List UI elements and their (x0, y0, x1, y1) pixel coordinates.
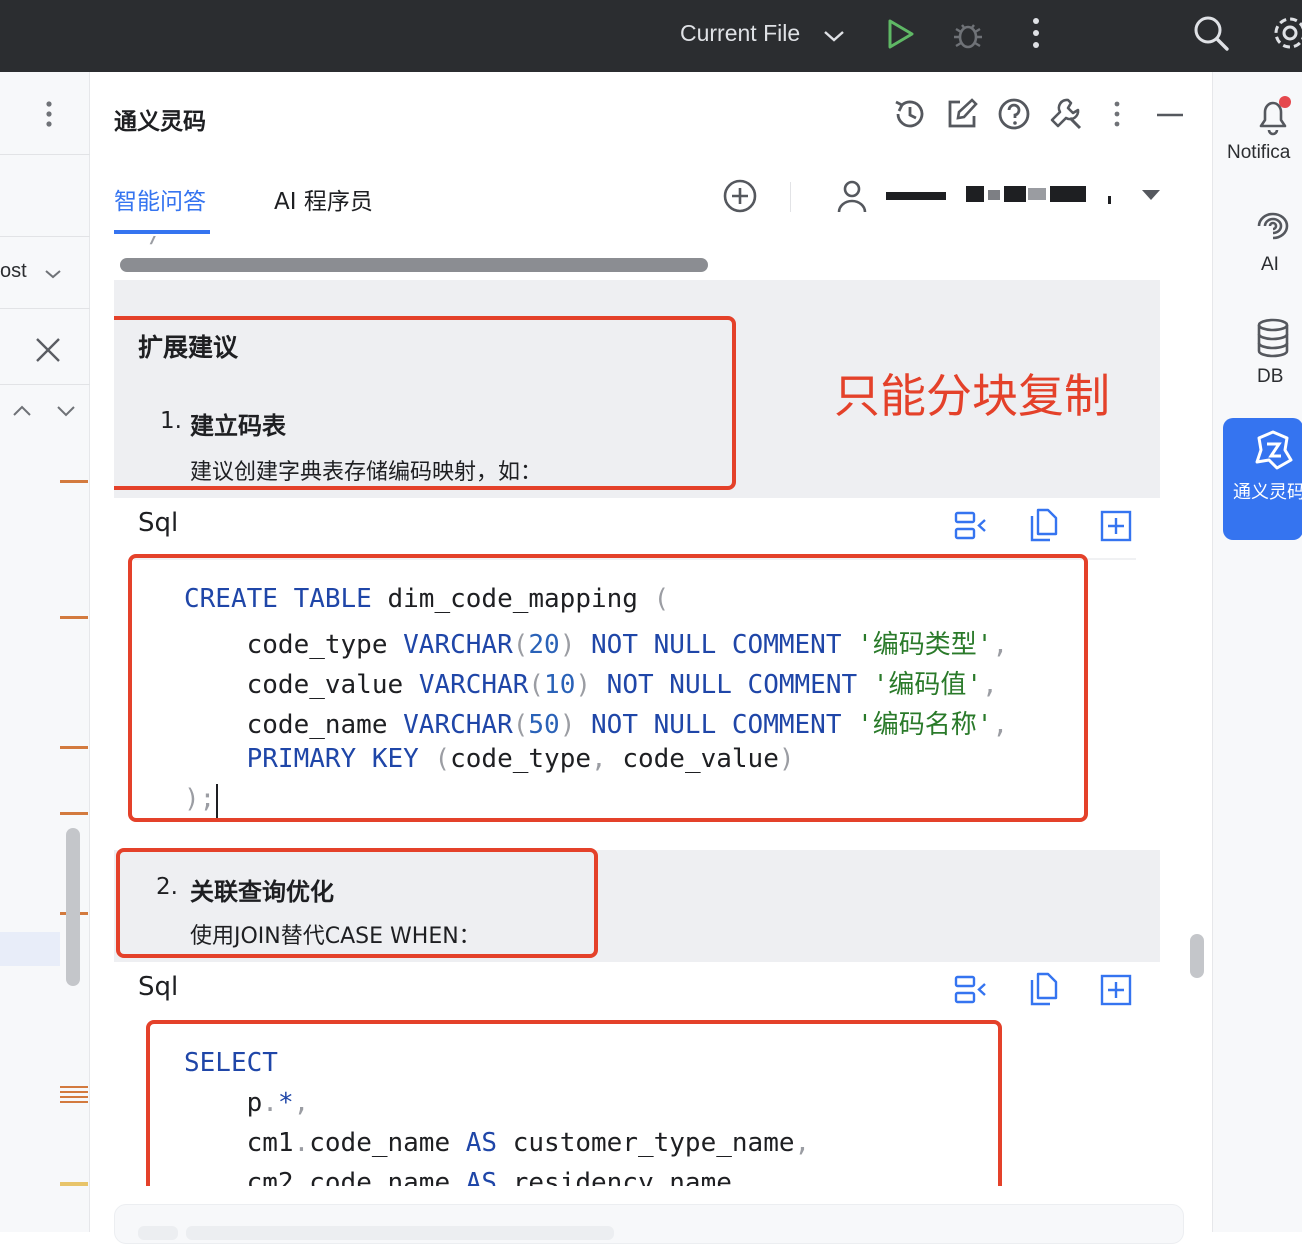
user-avatar-icon[interactable] (834, 178, 870, 214)
lingma-label: 通义灵码 (1233, 482, 1302, 502)
change-marker (60, 812, 88, 815)
previous-code-fragment: */ (134, 236, 163, 248)
tab-ai-programmer[interactable]: AI 程序员 (274, 182, 373, 216)
close-icon[interactable] (34, 336, 62, 364)
wrench-icon[interactable] (1048, 96, 1084, 132)
chevron-up-icon[interactable] (12, 404, 32, 418)
scrollbar-thumb[interactable] (66, 828, 80, 986)
ai-label[interactable]: AI (1261, 254, 1279, 276)
db-label[interactable]: DB (1257, 366, 1283, 388)
change-marker (60, 1086, 88, 1104)
account-dropdown-icon[interactable] (1140, 188, 1162, 202)
input-chip (186, 1226, 614, 1240)
chat-message-area: */ 扩展建议 1. 建立码表 建议创建字典表存储编码映射，如： 只能分块复制 … (114, 236, 1160, 1186)
code-language-label: Sql (138, 508, 179, 538)
copy-code-icon[interactable] (1028, 972, 1060, 1006)
change-marker (60, 480, 88, 483)
run-configuration-selector[interactable]: Current File (680, 20, 800, 47)
insert-code-icon[interactable] (954, 510, 990, 542)
input-chip (138, 1226, 178, 1240)
minimize-icon[interactable] (1156, 112, 1184, 118)
new-file-icon[interactable] (1100, 974, 1132, 1006)
change-marker (60, 1182, 88, 1186)
chevron-down-icon[interactable] (44, 268, 62, 280)
settings-gear-icon[interactable] (1268, 12, 1302, 54)
redacted-username-image (886, 186, 1111, 204)
change-marker (60, 616, 88, 619)
horizontal-scrollbar-thumb[interactable] (120, 258, 708, 272)
new-file-icon[interactable] (1100, 510, 1132, 542)
change-marker (60, 746, 88, 749)
more-vertical-icon[interactable] (1112, 100, 1122, 130)
bell-icon[interactable] (1253, 94, 1293, 136)
help-icon[interactable] (996, 96, 1032, 132)
annotation-box (146, 1020, 1002, 1186)
code-language-label: Sql (138, 972, 179, 1002)
separator (790, 182, 791, 212)
annotation-label: 只能分块复制 (834, 369, 1110, 423)
lingma-logo-icon (1255, 430, 1293, 470)
annotation-box (128, 554, 1088, 822)
copy-code-icon[interactable] (1028, 508, 1060, 542)
active-tab-indicator (114, 230, 210, 234)
title-bar: Current File (0, 0, 1302, 72)
project-tool-window-edge: ost (0, 72, 90, 1232)
notifications-label[interactable]: Notifica (1227, 142, 1290, 164)
database-icon[interactable] (1255, 318, 1291, 358)
panel-title: 通义灵码 (114, 109, 206, 135)
tab-smart-qa[interactable]: 智能问答 (114, 182, 206, 216)
ai-swirl-icon[interactable] (1253, 208, 1293, 244)
vertical-scrollbar-thumb[interactable] (1190, 934, 1204, 978)
selected-row-highlight (0, 932, 60, 966)
edit-icon[interactable] (944, 96, 980, 132)
dropdown-label[interactable]: ost (0, 260, 27, 283)
chevron-down-icon[interactable] (56, 404, 76, 418)
insert-code-icon[interactable] (954, 974, 990, 1006)
chevron-down-icon[interactable] (822, 28, 846, 44)
debug-icon[interactable] (950, 16, 986, 52)
right-tool-window-bar: Notifica AI DB 通义灵码 (1212, 72, 1302, 1232)
new-chat-plus-icon[interactable] (722, 178, 758, 214)
history-icon[interactable] (892, 96, 928, 132)
more-vertical-icon[interactable] (44, 100, 54, 130)
annotation-box (114, 316, 736, 490)
more-vertical-icon[interactable] (1030, 16, 1042, 50)
search-icon[interactable] (1192, 14, 1230, 52)
run-icon[interactable] (886, 18, 916, 50)
annotation-box (116, 848, 598, 958)
